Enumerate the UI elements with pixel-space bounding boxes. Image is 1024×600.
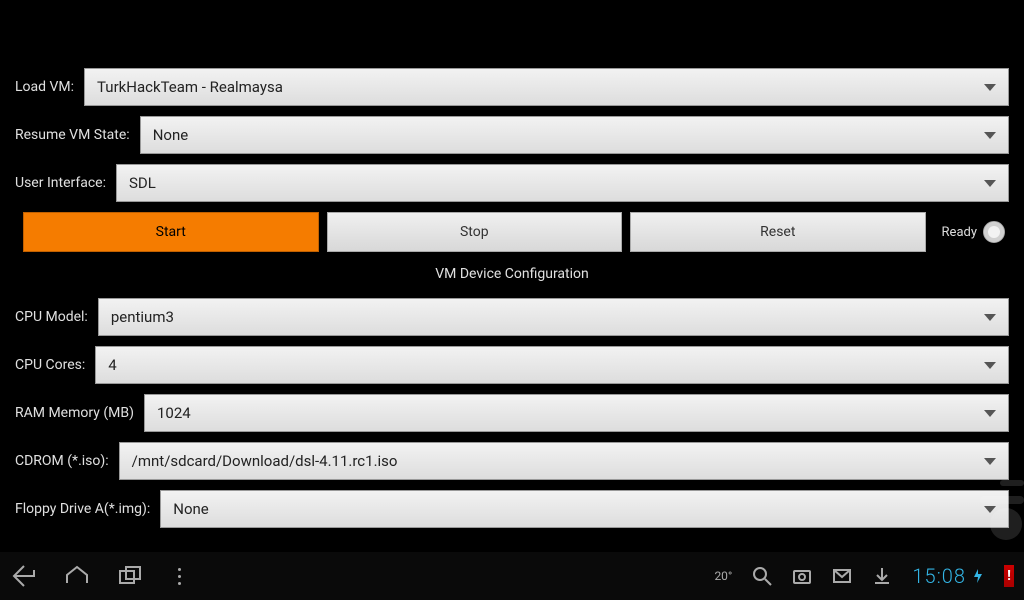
dropdown-value: None	[153, 126, 189, 144]
control-buttons: Start Stop Reset Ready	[23, 212, 1009, 252]
section-title: VM Device Configuration	[15, 266, 1009, 282]
android-navbar: 20° 15:08	[0, 552, 1024, 600]
row-cpu-model: CPU Model: pentium3	[15, 298, 1009, 336]
screenshot-overlay-icon	[950, 472, 1024, 542]
label-cdrom: CDROM (*.iso):	[15, 453, 119, 469]
ready-label: Ready	[942, 225, 977, 240]
search-icon[interactable]	[752, 566, 772, 586]
time-text: 15:08	[912, 564, 966, 588]
dropdown-value: SDL	[129, 174, 156, 192]
dropdown-user-interface[interactable]: SDL	[116, 164, 1009, 202]
ready-indicator: Ready	[934, 221, 1009, 243]
stop-button[interactable]: Stop	[327, 212, 623, 252]
dropdown-ram[interactable]: 1024	[144, 394, 1009, 432]
ready-radio-icon[interactable]	[983, 221, 1005, 243]
dropdown-value: None	[173, 500, 209, 518]
dropdown-value: 1024	[157, 404, 191, 422]
mail-icon[interactable]	[832, 566, 852, 586]
chevron-down-icon	[984, 84, 996, 91]
dropdown-value: pentium3	[111, 308, 174, 326]
dropdown-cdrom[interactable]: /mnt/sdcard/Download/dsl-4.11.rc1.iso	[119, 442, 1009, 480]
chevron-down-icon	[984, 132, 996, 139]
home-button[interactable]	[64, 563, 90, 589]
label-cpu-model: CPU Model:	[15, 309, 98, 325]
dropdown-load-vm[interactable]: TurkHackTeam - Realmaysa	[84, 68, 1009, 106]
row-ram: RAM Memory (MB) 1024	[15, 394, 1009, 432]
dropdown-cpu-model[interactable]: pentium3	[98, 298, 1009, 336]
chevron-down-icon	[984, 458, 996, 465]
label-resume-state: Resume VM State:	[15, 127, 140, 143]
back-button[interactable]	[10, 563, 36, 589]
row-cpu-cores: CPU Cores: 4	[15, 346, 1009, 384]
chevron-down-icon	[984, 410, 996, 417]
chevron-down-icon	[984, 180, 996, 187]
battery-low-icon	[1004, 565, 1014, 587]
dropdown-value: /mnt/sdcard/Download/dsl-4.11.rc1.iso	[132, 452, 398, 470]
dropdown-value: 4	[108, 356, 116, 374]
label-load-vm: Load VM:	[15, 79, 84, 95]
reset-button[interactable]: Reset	[630, 212, 926, 252]
camera-icon[interactable]	[792, 566, 812, 586]
label-user-interface: User Interface:	[15, 175, 116, 191]
menu-button[interactable]	[178, 568, 181, 585]
chevron-down-icon	[984, 362, 996, 369]
dropdown-cpu-cores[interactable]: 4	[95, 346, 1009, 384]
row-user-interface: User Interface: SDL	[15, 164, 1009, 202]
label-floppy-a: Floppy Drive A(*.img):	[15, 501, 160, 517]
row-resume-state: Resume VM State: None	[15, 116, 1009, 154]
start-button[interactable]: Start	[23, 212, 319, 252]
download-icon[interactable]	[872, 566, 892, 586]
row-load-vm: Load VM: TurkHackTeam - Realmaysa	[15, 68, 1009, 106]
row-floppy-a: Floppy Drive A(*.img): None	[15, 490, 1009, 528]
recent-apps-button[interactable]	[118, 563, 144, 589]
label-cpu-cores: CPU Cores:	[15, 357, 95, 373]
dropdown-value: TurkHackTeam - Realmaysa	[97, 78, 283, 96]
row-cdrom: CDROM (*.iso): /mnt/sdcard/Download/dsl-…	[15, 442, 1009, 480]
vm-config-panel: Load VM: TurkHackTeam - Realmaysa Resume…	[0, 0, 1024, 552]
dropdown-resume-state[interactable]: None	[140, 116, 1009, 154]
temperature-indicator: 20°	[714, 569, 732, 583]
clock[interactable]: 15:08	[912, 564, 984, 588]
dropdown-floppy-a[interactable]: None	[160, 490, 1009, 528]
chevron-down-icon	[984, 314, 996, 321]
label-ram: RAM Memory (MB)	[15, 405, 144, 421]
